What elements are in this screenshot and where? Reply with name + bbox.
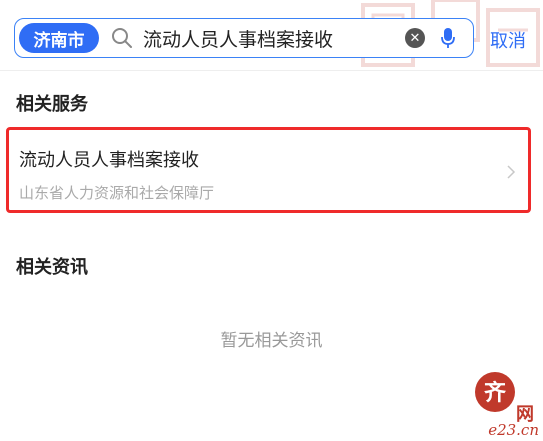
city-selector[interactable]: 济南市 bbox=[19, 23, 99, 53]
watermark-logo: 齐 网 e23.cn bbox=[455, 368, 543, 441]
section-title-news: 相关资讯 bbox=[16, 257, 88, 278]
clear-icon[interactable]: ✕ bbox=[405, 28, 425, 48]
service-provider: 山东省人力资源和社会保障厅 bbox=[19, 184, 215, 202]
section-title-services: 相关服务 bbox=[16, 94, 88, 115]
chevron-right-icon bbox=[507, 165, 516, 179]
service-title: 流动人员人事档案接收 bbox=[19, 150, 199, 171]
search-input[interactable]: 流动人员人事档案接收 bbox=[143, 25, 405, 52]
service-item[interactable]: 流动人员人事档案接收 山东省人力资源和社会保障厅 bbox=[6, 127, 531, 213]
svg-text:齐: 齐 bbox=[484, 380, 507, 406]
header-divider bbox=[0, 70, 543, 71]
search-icon bbox=[111, 27, 133, 49]
watermark-url: e23.cn bbox=[488, 421, 539, 439]
cancel-button[interactable]: 取消 bbox=[490, 27, 526, 53]
search-bar[interactable]: 济南市 流动人员人事档案接收 ✕ bbox=[14, 18, 474, 58]
microphone-icon[interactable] bbox=[439, 26, 457, 50]
news-empty-state: 暂无相关资讯 bbox=[220, 331, 323, 351]
